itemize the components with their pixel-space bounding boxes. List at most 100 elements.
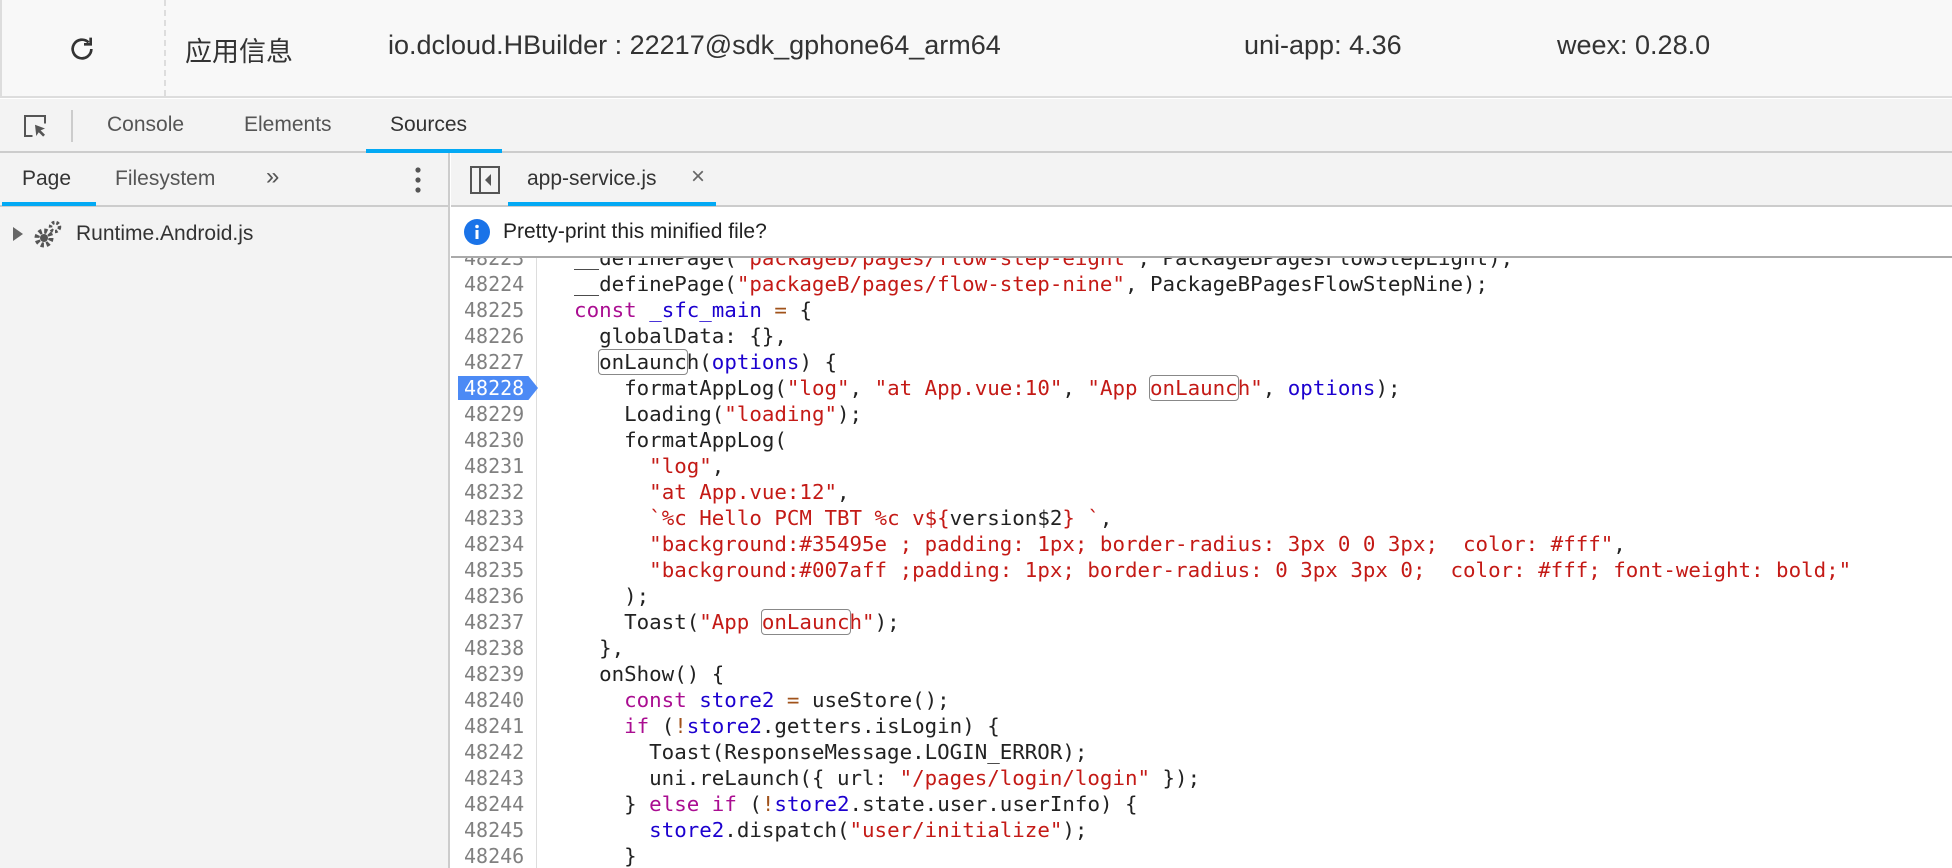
close-tab-button[interactable]: × [691,163,705,191]
code-token: h( [686,350,712,374]
uniapp-version: uni-app: 4.36 [1244,30,1402,60]
tree-item-runtime[interactable]: Runtime.Android.js [0,219,448,249]
active-tab-indicator [2,202,96,206]
app-package-device: io.dcloud.HBuilder : 22217@sdk_gphone64_… [388,30,1001,60]
code-line: onLaunch(options) { [549,349,837,375]
code-token: , [1613,532,1626,556]
code-token: { [786,298,812,322]
code-line: const store2 = useStore(); [549,687,950,713]
code-token: } [549,844,637,868]
code-token: "at App.vue:10" [874,376,1063,400]
code-token: else [649,792,700,816]
pretty-print-prompt[interactable]: Pretty-print this minified file? [503,220,767,244]
tab-page[interactable]: Page [22,167,71,191]
line-number[interactable]: 48242 [451,739,537,765]
line-number[interactable]: 48224 [451,271,537,297]
line-number[interactable]: 48246 [451,843,537,868]
tab-console[interactable]: Console [107,113,184,137]
line-number[interactable]: 48239 [451,661,537,687]
code-token: "log" [786,376,850,400]
code-token: "/pages/login/login" [899,766,1151,790]
line-number[interactable]: 48237 [451,609,537,635]
search-match-highlight: onLaunc [760,609,851,635]
code-token: ); [549,584,650,608]
code-line: onShow() { [549,661,724,687]
code-token: formatAppLog( [549,428,787,452]
code-token: options [711,350,800,374]
code-token: __definePage( [549,258,737,270]
code-token: , [1062,376,1088,400]
code-token: ! [761,792,775,816]
code-token: "at App.vue:12" [649,480,837,504]
toggle-navigator-icon[interactable] [470,166,500,194]
code-line: if (!store2.getters.isLogin) { [549,713,1000,739]
file-tab-app-service[interactable]: app-service.js [527,167,657,191]
code-token: , [1099,506,1113,530]
code-line: ); [549,583,649,609]
line-number[interactable]: 48225 [451,297,537,323]
line-number[interactable]: 48235 [451,557,537,583]
line-number[interactable]: 48228 [451,375,537,401]
inspect-element-icon[interactable] [20,111,50,141]
line-number[interactable]: 48223 [451,258,537,271]
line-number[interactable]: 48238 [451,635,537,661]
code-token: useStore(); [799,688,950,712]
code-token: }, [549,636,625,660]
line-number[interactable]: 48243 [451,765,537,791]
line-number[interactable]: 48229 [451,401,537,427]
code-token: h" [1237,376,1263,400]
navigator-tabs: Page Filesystem » [0,153,448,207]
gear-icon [34,220,62,248]
tab-sources[interactable]: Sources [390,113,467,137]
line-number[interactable]: 48230 [451,427,537,453]
line-number[interactable]: 48227 [451,349,537,375]
code-token: const [574,298,637,322]
code-line: "at App.vue:12", [549,479,849,505]
line-number[interactable]: 48236 [451,583,537,609]
code-token: globalData: {}, [549,324,787,348]
tab-elements[interactable]: Elements [244,113,332,137]
more-options-icon[interactable] [410,166,426,194]
code-line: uni.reLaunch({ url: "/pages/login/login"… [549,765,1200,791]
line-number[interactable]: 48240 [451,687,537,713]
line-number[interactable]: 48232 [451,479,537,505]
code-token: Toast( [549,610,700,634]
line-number[interactable]: 48245 [451,817,537,843]
code-line: Toast("App onLaunch"); [549,609,900,635]
code-token: ); [1062,818,1088,842]
line-number[interactable]: 48234 [451,531,537,557]
code-line: __definePage("packageB/pages/flow-step-n… [549,271,1488,297]
line-number[interactable]: 48241 [451,713,537,739]
code-token: ( [649,714,675,738]
code-token: onShow() { [549,662,725,686]
line-number[interactable]: 48233 [451,505,537,531]
code-token: = [774,298,787,322]
code-token: "App [699,610,762,634]
code-token: Loading( [549,402,725,426]
more-tabs-button[interactable]: » [266,163,279,191]
refresh-icon[interactable] [66,32,98,66]
line-number-gutter[interactable]: 48223 48224 48225 48226 48227 48228 48229 48230… [451,258,538,868]
code-token: Toast(ResponseMessage.LOGIN_ERROR); [549,740,1088,764]
code-editor[interactable]: 48223 48224 48225 48226 48227 48228 48229 48230… [451,258,1952,868]
code-token: .dispatch( [724,818,850,842]
code-token: } ` [1062,506,1100,530]
line-number[interactable]: 48231 [451,453,537,479]
code-token: options [1287,376,1376,400]
divider [164,0,166,96]
code-token: , PackageBPagesFlowStepNine); [1124,272,1489,296]
line-number[interactable]: 48226 [451,323,537,349]
tab-filesystem[interactable]: Filesystem [115,167,215,191]
code-line: `%c Hello PCM TBT %c v${version$2} `, [549,505,1112,531]
code-line: "log", [549,453,724,479]
expand-triangle-icon[interactable] [13,227,23,241]
code-token: }); [1150,766,1201,790]
line-number[interactable]: 48244 [451,791,537,817]
code-token: if [711,792,737,816]
